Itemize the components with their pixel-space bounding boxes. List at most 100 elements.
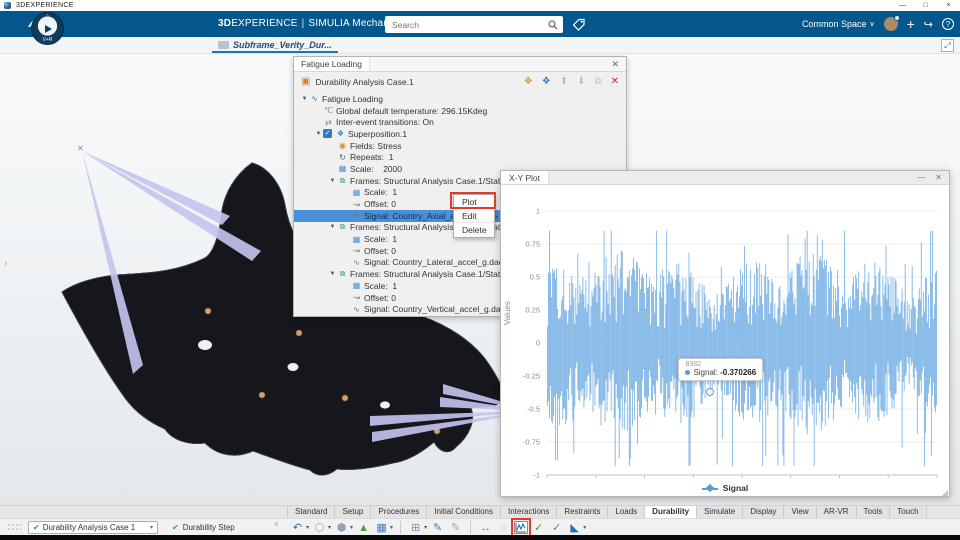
verify-mesh-button-icon[interactable]: ✓ xyxy=(549,521,564,535)
close-button[interactable]: × xyxy=(937,0,960,11)
help-icon[interactable]: ? xyxy=(942,18,954,30)
copy-icon[interactable]: ⧉ xyxy=(594,76,601,87)
edit-pencil-button-icon[interactable]: ✎ xyxy=(430,521,445,535)
verify-mesh-button[interactable]: ✓ xyxy=(549,521,564,535)
tree-row[interactable]: ◉Fields: Stress xyxy=(294,140,626,152)
add-event-icon[interactable]: ❖ xyxy=(524,76,533,87)
dropdown-caret-icon[interactable]: ▾ xyxy=(583,524,586,531)
add-group-button-icon[interactable]: ⊞ xyxy=(408,521,423,535)
ribbon-tab-procedures[interactable]: Procedures xyxy=(371,506,427,518)
table-view-button[interactable]: ▦▾ xyxy=(374,521,393,535)
search-box[interactable] xyxy=(385,16,563,33)
dialog-titlebar[interactable]: Fatigue Loading ✕ xyxy=(294,57,626,72)
tree-row[interactable]: ▼∿Fatigue Loading xyxy=(294,93,626,105)
dropdown-caret-icon[interactable]: ▾ xyxy=(350,524,353,531)
tree-row[interactable]: ↻Repeats: 1 xyxy=(294,151,626,163)
edit-small-pencil-button[interactable]: ✎ xyxy=(448,521,463,535)
show-part-button-icon[interactable]: ⬡ xyxy=(312,521,327,535)
verify-hatch-button[interactable]: ✓ xyxy=(531,521,546,535)
measure-scale-button-icon[interactable]: ↔ xyxy=(478,521,493,535)
menu-item-edit[interactable]: Edit xyxy=(454,209,494,223)
xy-plot-icon[interactable] xyxy=(514,521,528,534)
panel-collapse-chevron-icon[interactable]: › xyxy=(4,258,7,269)
move-down-icon[interactable]: ⬇ xyxy=(577,76,585,87)
ribbon-tab-display[interactable]: Display xyxy=(743,506,784,518)
expander-icon[interactable]: ▼ xyxy=(328,178,337,184)
ribbon-tab-loads[interactable]: Loads xyxy=(608,506,645,518)
dropdown-caret-icon[interactable]: ▾ xyxy=(306,524,309,531)
add-group-button[interactable]: ⊞▾ xyxy=(408,521,427,535)
tree-row[interactable]: ℃Global default temperature: 296.15Kdeg xyxy=(294,105,626,117)
expander-icon[interactable]: ▼ xyxy=(328,224,337,230)
xy-plot-minimize-icon[interactable]: — xyxy=(917,173,925,182)
export-part-button[interactable]: ⬢▾ xyxy=(334,521,353,535)
tree-row[interactable]: ⇄Inter-event transitions: On xyxy=(294,116,626,128)
ribbon-tab-view[interactable]: View xyxy=(784,506,816,518)
measure-scale-button[interactable]: ↔ xyxy=(478,521,493,535)
compass-play-icon[interactable] xyxy=(45,25,52,33)
ribbon-tab-simulate[interactable]: Simulate xyxy=(697,506,743,518)
tag-icon[interactable] xyxy=(572,18,586,31)
tree-row[interactable]: ▼✓❖Superposition.1 xyxy=(294,128,626,140)
xy-plot-titlebar[interactable]: X-Y Plot — ✕ xyxy=(501,171,949,185)
viewport-expand-icon[interactable]: ⤢ xyxy=(941,39,954,52)
maximize-button[interactable]: □ xyxy=(914,0,937,11)
verify-hatch-button-icon[interactable]: ✓ xyxy=(531,521,546,535)
new-tab-button[interactable]: + xyxy=(292,39,298,51)
ribbon-tab-restraints[interactable]: Restraints xyxy=(557,506,608,518)
dropdown-caret-icon[interactable]: ▾ xyxy=(328,524,331,531)
move-up-icon[interactable]: ⬆ xyxy=(560,76,568,87)
duplicate-event-icon[interactable]: ❖ xyxy=(542,76,551,87)
avatar[interactable] xyxy=(884,17,898,31)
xy-plot-close-icon[interactable]: ✕ xyxy=(935,173,942,182)
export-part-button-icon[interactable]: ⬢ xyxy=(334,521,349,535)
search-icon[interactable] xyxy=(548,20,558,30)
ribbon-tab-durability[interactable]: Durability xyxy=(645,506,697,518)
mesh-display-button-icon[interactable]: ▲ xyxy=(356,521,371,535)
edit-small-pencil-button-icon[interactable]: ✎ xyxy=(448,521,463,535)
mesh-display-button[interactable]: ▲ xyxy=(356,521,371,535)
expander-icon[interactable]: ▼ xyxy=(328,271,337,277)
undo-button-icon[interactable]: ↶ xyxy=(290,521,305,535)
chart-legend[interactable]: Signal xyxy=(501,483,949,493)
analysis-case-selector[interactable]: ✔ Durability Analysis Case 1 ▾ xyxy=(28,521,158,534)
toolbar-overflow-chevron-icon[interactable]: ˅ xyxy=(274,520,279,529)
show-part-button[interactable]: ⬡▾ xyxy=(312,521,331,535)
compass-icon[interactable]: ⌃ V+R xyxy=(31,12,64,45)
signal-chart[interactable]: 10.750.50.250-0.25-0.5-0.75-102.5k5k7.5k… xyxy=(501,185,949,481)
delete-icon[interactable]: ✕ xyxy=(611,76,619,87)
dialog-close-icon[interactable]: ✕ xyxy=(604,59,626,70)
ribbon-tab-initial-conditions[interactable]: Initial Conditions xyxy=(427,506,501,518)
checkbox[interactable]: ✓ xyxy=(323,129,332,138)
ribbon-tab-standard[interactable]: Standard xyxy=(287,506,335,518)
add-icon[interactable]: + xyxy=(907,17,915,31)
ribbon-tab-touch[interactable]: Touch xyxy=(890,506,926,518)
search-input[interactable] xyxy=(390,19,548,31)
validate-button[interactable]: ◣▾ xyxy=(567,521,586,535)
case-selector-caret-icon[interactable]: ▾ xyxy=(150,524,153,531)
expander-icon[interactable]: ▼ xyxy=(314,131,323,137)
document-tab[interactable]: Subframe_Verity_Dur... xyxy=(212,38,338,53)
dropdown-caret-icon[interactable]: ▾ xyxy=(424,524,427,531)
space-selector[interactable]: Common Space xyxy=(802,19,867,29)
resize-grip-icon[interactable]: ◢ xyxy=(942,488,948,497)
ribbon-tab-ar-vr[interactable]: AR-VR xyxy=(817,506,857,518)
validate-button-icon[interactable]: ◣ xyxy=(567,521,582,535)
menu-item-delete[interactable]: Delete xyxy=(454,223,494,237)
section-loop-button[interactable]: ◌ xyxy=(496,521,511,535)
expander-icon[interactable]: ▼ xyxy=(300,96,309,102)
ribbon-tab-setup[interactable]: Setup xyxy=(335,506,371,518)
xy-plot-body[interactable]: Values 10.750.50.250-0.25-0.5-0.75-102.5… xyxy=(501,185,949,497)
dropdown-caret-icon[interactable]: ▾ xyxy=(390,524,393,531)
toolbar-grip-handle[interactable] xyxy=(7,523,21,532)
ribbon-tab-tools[interactable]: Tools xyxy=(857,506,891,518)
minimize-button[interactable]: — xyxy=(891,0,914,11)
edit-pencil-button[interactable]: ✎ xyxy=(430,521,445,535)
space-caret-icon[interactable]: ∨ xyxy=(869,20,874,28)
ribbon-tab-interactions[interactable]: Interactions xyxy=(501,506,557,518)
undo-button[interactable]: ↶▾ xyxy=(290,521,309,535)
menu-item-plot[interactable]: Plot xyxy=(454,195,494,209)
section-loop-button-icon[interactable]: ◌ xyxy=(496,521,511,535)
share-icon[interactable]: ↪ xyxy=(924,18,933,31)
table-view-button-icon[interactable]: ▦ xyxy=(374,521,389,535)
